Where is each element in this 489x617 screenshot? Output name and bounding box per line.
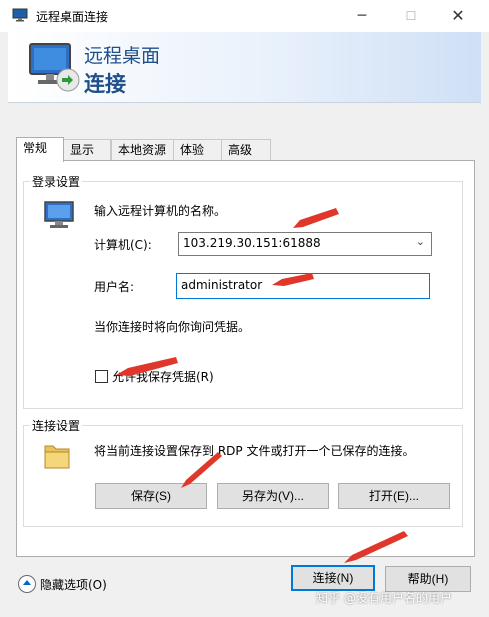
login-settings-group: 登录设置 输入远程计算机的名称。 计算机(C): 103.219.30.151:… bbox=[23, 173, 463, 409]
hide-options-link[interactable]: 隐藏选项(O) bbox=[40, 576, 107, 593]
tab-general[interactable]: 常规 bbox=[16, 137, 64, 162]
tab-local-resources[interactable]: 本地资源 bbox=[111, 139, 181, 161]
title-bar: 远程桌面连接 ─ ☐ ✕ bbox=[0, 0, 489, 32]
banner-title-line1: 远程桌面 bbox=[84, 45, 161, 67]
tab-panel-general: 登录设置 输入远程计算机的名称。 计算机(C): 103.219.30.151:… bbox=[16, 160, 475, 557]
chevron-down-icon[interactable]: ⌄ bbox=[416, 235, 425, 248]
tab-experience[interactable]: 体验 bbox=[173, 139, 225, 161]
header-banner: 远程桌面 连接 bbox=[8, 32, 481, 103]
username-field[interactable]: administrator bbox=[176, 273, 430, 299]
remote-desktop-icon bbox=[29, 43, 80, 92]
computer-label: 计算机(C): bbox=[94, 238, 152, 252]
computer-instruction: 输入远程计算机的名称。 bbox=[94, 204, 227, 218]
computer-combobox[interactable]: 103.219.30.151:61888 ⌄ bbox=[178, 232, 432, 256]
computer-value: 103.219.30.151:61888 bbox=[183, 236, 321, 250]
open-button[interactable]: 打开(E)... bbox=[338, 483, 450, 509]
username-value: administrator bbox=[181, 278, 263, 292]
connection-description: 将当前连接设置保存到 RDP 文件或打开一个已保存的连接。 bbox=[94, 444, 415, 458]
remote-desktop-icon bbox=[12, 8, 28, 22]
login-settings-legend: 登录设置 bbox=[30, 173, 83, 190]
username-label: 用户名: bbox=[94, 280, 135, 294]
folder-icon bbox=[44, 445, 70, 469]
minimize-button[interactable]: ─ bbox=[352, 6, 372, 26]
collapse-arrow-icon[interactable] bbox=[18, 575, 36, 593]
tab-display[interactable]: 显示 bbox=[63, 139, 111, 161]
maximize-button[interactable]: ☐ bbox=[401, 6, 421, 26]
connect-button[interactable]: 连接(N) bbox=[291, 565, 375, 591]
tab-advanced[interactable]: 高级 bbox=[221, 139, 271, 161]
credential-note: 当你连接时将向你询问凭据。 bbox=[94, 320, 251, 334]
connection-settings-group: 连接设置 将当前连接设置保存到 RDP 文件或打开一个已保存的连接。 保存(S)… bbox=[23, 417, 463, 527]
save-credentials-checkbox[interactable] bbox=[95, 370, 108, 383]
window-title: 远程桌面连接 bbox=[36, 10, 109, 24]
connection-settings-legend: 连接设置 bbox=[30, 417, 83, 434]
save-button[interactable]: 保存(S) bbox=[95, 483, 207, 509]
banner-title-line2: 连接 bbox=[84, 72, 126, 96]
close-button[interactable]: ✕ bbox=[448, 6, 468, 26]
save-credentials-label[interactable]: 允许我保存凭据(R) bbox=[112, 368, 214, 385]
watermark-text: 知乎 @没有用户名的用户 bbox=[316, 591, 452, 605]
monitor-icon bbox=[44, 201, 74, 228]
save-as-button[interactable]: 另存为(V)... bbox=[217, 483, 329, 509]
